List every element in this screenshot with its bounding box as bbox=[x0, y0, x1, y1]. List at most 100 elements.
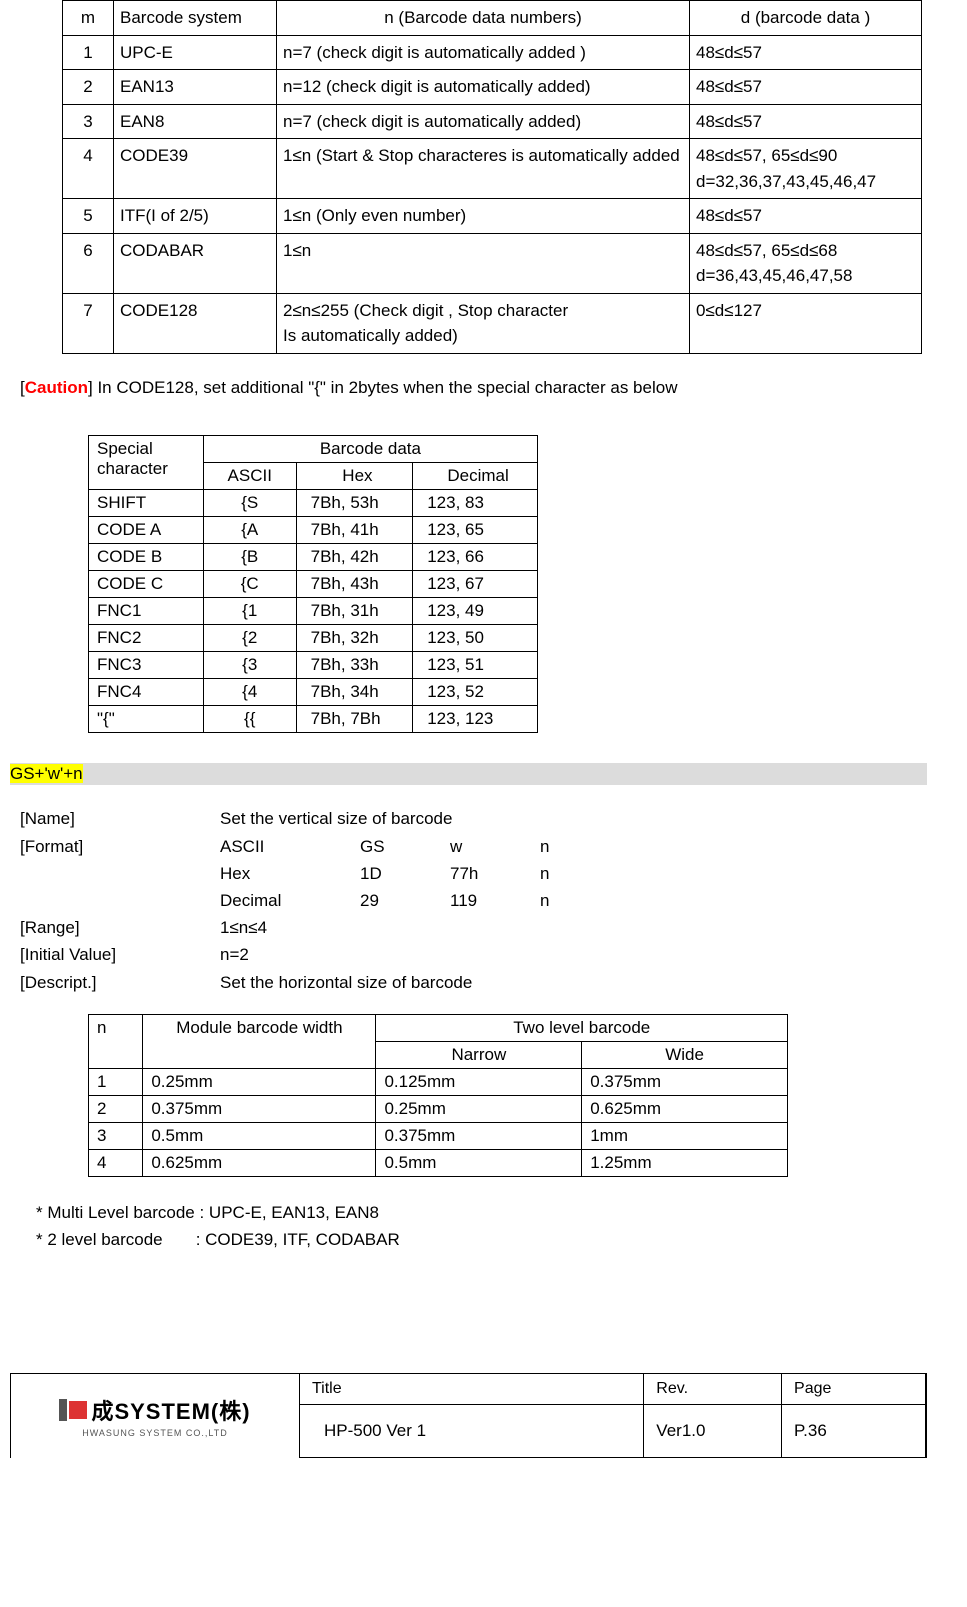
t3-mod: 0.625mm bbox=[143, 1149, 376, 1176]
t3-wide: 0.625mm bbox=[582, 1095, 788, 1122]
table-row: 40.625mm0.5mm1.25mm bbox=[89, 1149, 788, 1176]
caution-word: Caution bbox=[25, 378, 88, 397]
t3-mod: 0.25mm bbox=[143, 1068, 376, 1095]
table-row: FNC2{27Bh, 32h123, 50 bbox=[89, 625, 538, 652]
barcode-system-table: m Barcode system n (Barcode data numbers… bbox=[62, 0, 922, 354]
table-row: 20.375mm0.25mm0.625mm bbox=[89, 1095, 788, 1122]
special-character-table: Special character Barcode data ASCII Hex… bbox=[88, 435, 538, 733]
logo-subtext: HWASUNG SYSTEM CO.,LTD bbox=[82, 1428, 228, 1438]
t3-head-wide: Wide bbox=[582, 1041, 788, 1068]
fmt-c2: w bbox=[450, 833, 540, 860]
t2-ascii: {B bbox=[203, 544, 296, 571]
t3-mod: 0.375mm bbox=[143, 1095, 376, 1122]
t3-n: 1 bbox=[89, 1068, 143, 1095]
t2-sp: CODE A bbox=[89, 517, 204, 544]
desc-label: [Descript.] bbox=[20, 969, 220, 996]
name-value: Set the vertical size of barcode bbox=[220, 805, 452, 832]
caution-text: ] In CODE128, set additional "{" in 2byt… bbox=[88, 378, 677, 397]
fmt-c1: GS bbox=[360, 833, 450, 860]
t1-system: EAN13 bbox=[114, 70, 277, 105]
t2-sp: FNC2 bbox=[89, 625, 204, 652]
t2-hex: 7Bh, 7Bh bbox=[296, 706, 413, 733]
t2-ascii: {{ bbox=[203, 706, 296, 733]
page-footer: 成SYSTEM(株) HWASUNG SYSTEM CO.,LTD Title … bbox=[10, 1373, 927, 1458]
company-logo: 成SYSTEM(株) HWASUNG SYSTEM CO.,LTD bbox=[10, 1374, 299, 1458]
footer-title-value: HP-500 Ver 1 bbox=[300, 1405, 644, 1458]
t1-d: 48≤d≤57 bbox=[690, 199, 922, 234]
t3-body: 10.25mm0.125mm0.375mm20.375mm0.25mm0.625… bbox=[89, 1068, 788, 1176]
table-row: 5ITF(I of 2/5)1≤n (Only even number)48≤d… bbox=[63, 199, 922, 234]
t1-m: 7 bbox=[63, 293, 114, 353]
t2-sp: CODE C bbox=[89, 571, 204, 598]
t1-d: 48≤d≤57, 65≤d≤68 d=36,43,45,46,47,58 bbox=[690, 233, 922, 293]
t1-d: 48≤d≤57 bbox=[690, 104, 922, 139]
fmt-type: Decimal bbox=[220, 887, 360, 914]
table-row: CODE C{C7Bh, 43h123, 67 bbox=[89, 571, 538, 598]
t2-head-barcodedata: Barcode data bbox=[203, 436, 537, 463]
t2-dec: 123, 49 bbox=[413, 598, 538, 625]
t2-head-dec: Decimal bbox=[413, 463, 538, 490]
t1-system: ITF(I of 2/5) bbox=[114, 199, 277, 234]
t1-n: 1≤n bbox=[277, 233, 690, 293]
init-value: n=2 bbox=[220, 941, 249, 968]
t1-system: UPC-E bbox=[114, 35, 277, 70]
t2-head-ascii: ASCII bbox=[203, 463, 296, 490]
t2-sp: CODE B bbox=[89, 544, 204, 571]
spec-block: [Name] Set the vertical size of barcode … bbox=[20, 805, 927, 995]
t2-ascii: {2 bbox=[203, 625, 296, 652]
caution-note: [Caution] In CODE128, set additional "{"… bbox=[20, 376, 927, 400]
table-row: 6CODABAR1≤n48≤d≤57, 65≤d≤68 d=36,43,45,4… bbox=[63, 233, 922, 293]
t2-hex: 7Bh, 53h bbox=[296, 490, 413, 517]
t3-head-two: Two level barcode bbox=[376, 1014, 788, 1041]
table-row: 10.25mm0.125mm0.375mm bbox=[89, 1068, 788, 1095]
table-row: 7CODE1282≤n≤255 (Check digit , Stop char… bbox=[63, 293, 922, 353]
t2-ascii: {4 bbox=[203, 679, 296, 706]
t3-narrow: 0.375mm bbox=[376, 1122, 582, 1149]
table-row: SHIFT{S7Bh, 53h123, 83 bbox=[89, 490, 538, 517]
format-row: Decimal29119n bbox=[220, 887, 600, 914]
range-label: [Range] bbox=[20, 914, 220, 941]
fmt-type: ASCII bbox=[220, 833, 360, 860]
format-row: ASCIIGSwn bbox=[220, 833, 600, 860]
t3-wide: 0.375mm bbox=[582, 1068, 788, 1095]
table-row: 2EAN13n=12 (check digit is automatically… bbox=[63, 70, 922, 105]
t2-hex: 7Bh, 43h bbox=[296, 571, 413, 598]
t2-hex: 7Bh, 34h bbox=[296, 679, 413, 706]
t1-system: EAN8 bbox=[114, 104, 277, 139]
t1-m: 1 bbox=[63, 35, 114, 70]
t2-ascii: {1 bbox=[203, 598, 296, 625]
t1-d: 48≤d≤57 bbox=[690, 35, 922, 70]
t1-m: 3 bbox=[63, 104, 114, 139]
format-row: Hex1D77hn bbox=[220, 860, 600, 887]
t2-ascii: {A bbox=[203, 517, 296, 544]
t3-mod: 0.5mm bbox=[143, 1122, 376, 1149]
t2-dec: 123, 52 bbox=[413, 679, 538, 706]
table-row: 1UPC-En=7 (check digit is automatically … bbox=[63, 35, 922, 70]
logo-icon bbox=[59, 1399, 87, 1421]
module-width-table: n Module barcode width Two level barcode… bbox=[88, 1014, 788, 1177]
table-row: FNC4{47Bh, 34h123, 52 bbox=[89, 679, 538, 706]
command-token: GS+'w'+n bbox=[10, 764, 83, 783]
fmt-c3: n bbox=[540, 833, 600, 860]
t3-narrow: 0.5mm bbox=[376, 1149, 582, 1176]
t3-wide: 1mm bbox=[582, 1122, 788, 1149]
t1-n: 2≤n≤255 (Check digit , Stop character Is… bbox=[277, 293, 690, 353]
t3-head-n: n bbox=[89, 1014, 143, 1068]
init-label: [Initial Value] bbox=[20, 941, 220, 968]
t1-body: 1UPC-En=7 (check digit is automatically … bbox=[63, 35, 922, 353]
t3-n: 4 bbox=[89, 1149, 143, 1176]
name-label: [Name] bbox=[20, 805, 220, 832]
t2-hex: 7Bh, 42h bbox=[296, 544, 413, 571]
desc-value: Set the horizontal size of barcode bbox=[220, 969, 472, 996]
t2-dec: 123, 50 bbox=[413, 625, 538, 652]
t2-dec: 123, 83 bbox=[413, 490, 538, 517]
t2-head-special: Special character bbox=[89, 436, 204, 490]
t2-ascii: {3 bbox=[203, 652, 296, 679]
t1-system: CODE39 bbox=[114, 139, 277, 199]
t1-system: CODABAR bbox=[114, 233, 277, 293]
t2-hex: 7Bh, 33h bbox=[296, 652, 413, 679]
range-value: 1≤n≤4 bbox=[220, 914, 267, 941]
t1-m: 5 bbox=[63, 199, 114, 234]
t2-dec: 123, 65 bbox=[413, 517, 538, 544]
t1-n: 1≤n (Start & Stop characteres is automat… bbox=[277, 139, 690, 199]
